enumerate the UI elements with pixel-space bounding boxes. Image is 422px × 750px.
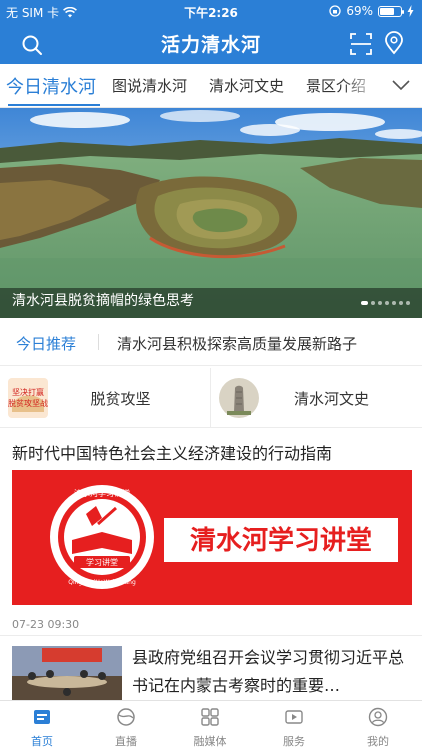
- tabs-fade: [342, 64, 382, 107]
- recommend-label: 今日推荐: [16, 335, 77, 353]
- cover-title-text: 清水河学习讲堂: [190, 525, 372, 556]
- seal-center-text: 学习讲堂: [86, 557, 118, 567]
- media-grid-icon: [201, 708, 219, 726]
- tab-history[interactable]: 清水河文史: [209, 75, 284, 96]
- article-thumbnail[interactable]: [12, 646, 122, 700]
- scan-icon[interactable]: [350, 33, 372, 55]
- bottom-tab-bar: 首页 直播 融媒体 服务 我的: [0, 700, 422, 750]
- card-poverty-label: 脱贫攻坚: [90, 390, 151, 408]
- meeting-photo: [12, 646, 122, 700]
- card-history-label: 清水河文史: [293, 390, 369, 408]
- tab-profile[interactable]: 我的: [336, 701, 420, 750]
- service-icon: [285, 710, 303, 724]
- recommend-headline[interactable]: 清水河县积极探索高质量发展新路子: [117, 333, 357, 354]
- article-divider: [0, 635, 422, 636]
- article-title-2[interactable]: 县政府党组召开会议学习贯彻习近平总书记在内蒙古考察时的重要…: [132, 644, 412, 700]
- landscape-photo: [0, 108, 422, 318]
- status-right: 69%: [329, 4, 414, 18]
- chevron-down-icon[interactable]: [392, 78, 410, 92]
- card-poverty[interactable]: 坚决打赢 脱贫攻坚战 脱贫攻坚: [0, 368, 211, 428]
- home-icon: [34, 710, 50, 724]
- battery-percent: 69%: [346, 4, 373, 18]
- article-title[interactable]: 新时代中国特色社会主义经济建设的行动指南: [12, 440, 332, 464]
- live-icon: [117, 708, 135, 726]
- recommend-divider: [98, 334, 99, 350]
- today-recommend[interactable]: 今日推荐 清水河县积极探索高质量发展新路子: [0, 318, 422, 366]
- tab-media[interactable]: 融媒体: [168, 701, 252, 750]
- article-date: 07-23 09:30: [12, 618, 80, 631]
- tab-profile-label: 我的: [367, 735, 389, 748]
- pagination-dot: [371, 301, 375, 305]
- seal-top-text: 清水河学习讲堂: [74, 488, 130, 498]
- card-history[interactable]: 清水河文史: [211, 368, 422, 428]
- tab-service[interactable]: 服务: [252, 701, 336, 750]
- banner-pagination: [361, 301, 410, 305]
- pagination-dot: [385, 301, 389, 305]
- pagination-dot: [406, 301, 410, 305]
- location-icon[interactable]: [384, 31, 404, 55]
- banner-caption: 清水河县脱贫摘帽的绿色思考: [12, 293, 194, 309]
- tab-media-label: 融媒体: [193, 735, 227, 748]
- channel-tabs: 今日清水河 图说清水河 清水河文史 景区介绍: [0, 64, 422, 108]
- tab-live-label: 直播: [115, 735, 137, 748]
- active-tab-indicator: [8, 104, 100, 106]
- tab-service-label: 服务: [283, 735, 305, 748]
- pagination-dot: [392, 301, 396, 305]
- profile-icon: [368, 707, 388, 727]
- lecture-hall-banner: 清水河学习讲堂 学习讲堂 QingShuiHeWeiKeTang 清水河学习讲堂: [12, 470, 412, 605]
- charging-icon: [407, 5, 414, 17]
- tab-today[interactable]: 今日清水河: [6, 73, 96, 99]
- status-bar: 无 SIM 卡 下午2:26 69%: [0, 0, 422, 22]
- battery-icon: [378, 5, 404, 17]
- tab-home-label: 首页: [31, 735, 53, 748]
- seal-bottom-text: QingShuiHeWeiKeTang: [68, 579, 136, 586]
- pagination-dot: [399, 301, 403, 305]
- pagination-dot: [361, 301, 368, 305]
- hero-banner[interactable]: 清水河县脱贫摘帽的绿色思考: [0, 108, 422, 318]
- tab-live[interactable]: 直播: [84, 701, 168, 750]
- pagination-dot: [378, 301, 382, 305]
- category-cards: 坚决打赢 脱贫攻坚战 脱贫攻坚 清水河文史: [0, 368, 422, 428]
- tab-home[interactable]: 首页: [0, 701, 84, 750]
- article-cover-image[interactable]: 清水河学习讲堂 学习讲堂 QingShuiHeWeiKeTang 清水河学习讲堂: [12, 470, 412, 605]
- orientation-lock-icon: [329, 5, 341, 17]
- app-header: 无 SIM 卡 下午2:26 69% 活力清水河: [0, 0, 422, 64]
- tab-pictures[interactable]: 图说清水河: [112, 75, 187, 96]
